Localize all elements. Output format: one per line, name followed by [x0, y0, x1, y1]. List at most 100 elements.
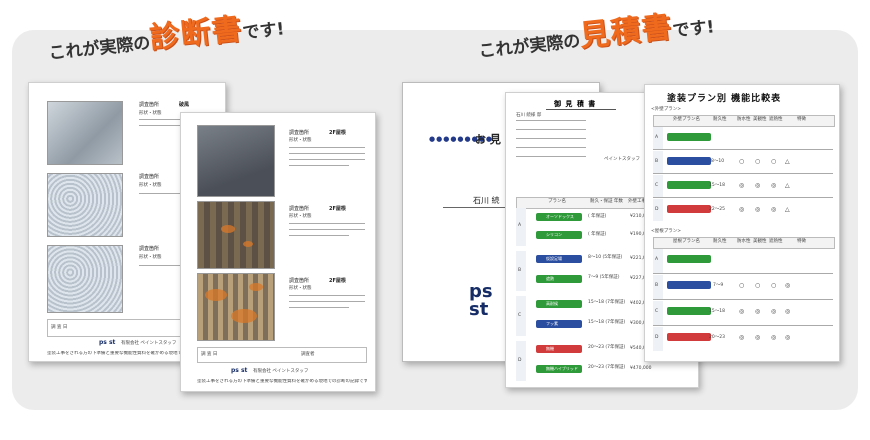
quote-col-years: 耐久・保証 年数	[590, 199, 623, 204]
mark: ◎	[755, 182, 761, 189]
mark: ◎	[739, 182, 745, 189]
mark: ◎	[785, 282, 791, 289]
survey-sub-label: 形状・状態	[289, 286, 312, 291]
company-logo-bottom: st	[469, 299, 489, 320]
survey-sub-label: 形状・状態	[289, 214, 312, 219]
comparison-group: A	[655, 135, 659, 140]
survey-field-label: 調査箇所	[139, 246, 160, 252]
mark: ◎	[739, 206, 745, 213]
comparison-durability: 15〜18	[709, 183, 725, 188]
comparison-col: 特徴	[797, 117, 806, 122]
comparison-plan-ribbon	[667, 281, 711, 289]
mark: ◎	[771, 182, 777, 189]
comparison-durability: 22〜25	[709, 207, 725, 212]
mark: ◎	[771, 334, 777, 341]
quote-years: 7〜9 (5年保証)	[588, 275, 620, 280]
mark: ○	[771, 158, 777, 165]
diagnosis-photo	[197, 201, 275, 269]
comparison-col: 遮熱性	[769, 239, 783, 244]
quote-plan-ribbon: フッ素	[536, 320, 582, 328]
section-roof-label: <屋根プラン>	[651, 229, 682, 234]
survey-sub-label: 形状・状態	[139, 183, 162, 188]
quote-plan-ribbon: 仮設足場	[536, 255, 582, 263]
comparison-group: C	[655, 309, 659, 314]
diagnosis-photo	[197, 125, 275, 197]
survey-field-label: 調査箇所	[289, 130, 310, 136]
section-wall-label: <外壁プラン>	[651, 107, 682, 112]
comparison-group: D	[655, 207, 659, 212]
comparison-plan-ribbon	[667, 133, 711, 141]
quote-company: ペイントスタッフ	[604, 157, 640, 162]
heading-estimate-suffix: です!	[671, 17, 716, 42]
quote-plan-ribbon: オーソドックス	[536, 213, 582, 221]
diagnosis-photo	[197, 273, 275, 341]
comparison-plan-ribbon	[667, 205, 711, 213]
mark: ◎	[771, 206, 777, 213]
diagnosis-sheet-front: 調査箇所 2F屋根 形状・状態 調査箇所 2F屋根 形状・状態 調査箇所 2F屋…	[180, 112, 376, 392]
comparison-durability: 20〜23	[709, 335, 725, 340]
survey-field-value: 2F屋根	[329, 278, 346, 284]
survey-date-label: 調 査 日	[51, 325, 68, 330]
mark: ◎	[755, 334, 761, 341]
mark: △	[785, 158, 790, 165]
comparison-col: 防水性	[737, 239, 751, 244]
comparison-group: C	[655, 183, 659, 188]
comparison-durability: 15〜18	[709, 309, 725, 314]
comparison-plan-ribbon	[667, 255, 711, 263]
mark: ○	[755, 158, 761, 165]
survey-field-label: 調査箇所	[139, 102, 160, 108]
mark: ◎	[755, 308, 761, 315]
heading-diagnosis-suffix: です!	[241, 19, 286, 44]
comparison-group: B	[655, 159, 659, 164]
quote-group-label: B	[518, 268, 522, 273]
comparison-durability: 7〜9	[713, 283, 724, 288]
quote-years: 15〜18 (7年保証)	[588, 320, 626, 325]
survey-sub-label: 形状・状態	[289, 138, 312, 143]
estimate-cover-title: お 見	[475, 133, 501, 146]
survey-sub-label: 形状・状態	[139, 255, 162, 260]
mark: △	[785, 206, 790, 213]
survey-field-label: 調査箇所	[139, 174, 160, 180]
quote-years: ( 年保証)	[588, 214, 607, 219]
quote-col-plan: プラン名	[548, 199, 566, 204]
comparison-plan-ribbon	[667, 333, 711, 341]
quote-plan-ribbon: 遮熱	[536, 275, 582, 283]
diagnosis-photo	[47, 101, 123, 165]
mark: ○	[755, 282, 761, 289]
quote-years: ( 年保証)	[588, 232, 607, 237]
mark: ○	[739, 158, 745, 165]
company-logo: ps st	[99, 339, 116, 346]
comparison-durability: 8〜10	[711, 159, 725, 164]
comparison-col: 防水性	[737, 117, 751, 122]
mark: ◎	[771, 308, 777, 315]
comparison-plan-ribbon	[667, 307, 711, 315]
survey-field-value: 破風	[179, 102, 190, 108]
survey-field-value: 2F屋根	[329, 130, 346, 136]
comparison-col: 外壁プラン名	[673, 117, 700, 122]
comparison-col: 遮熱性	[769, 117, 783, 122]
estimate-cover-customer: 石川 続	[473, 196, 500, 205]
mark: △	[785, 182, 790, 189]
quote-years: 15〜18 (7年保証)	[588, 300, 626, 305]
quote-plan-ribbon: 無機ハイブリッド	[536, 365, 582, 373]
comparison-group: D	[655, 335, 659, 340]
mark: ◎	[739, 334, 745, 341]
mark: ○	[771, 282, 777, 289]
quote-plan-ribbon: 無機	[536, 345, 582, 353]
quote-plan-ribbon: シリコン	[536, 231, 582, 239]
quote-title: 御 見 積 書	[554, 100, 597, 108]
quote-group-label: D	[518, 358, 522, 363]
survey-field-label: 調査箇所	[289, 206, 310, 212]
comparison-sheet: 塗装プラン別 機能比較表 <外壁プラン> 外壁プラン名 耐久性 防水性 美観性 …	[644, 84, 840, 362]
comparison-plan-ribbon	[667, 157, 711, 165]
mark: ◎	[785, 334, 791, 341]
quote-group-label: A	[518, 223, 522, 228]
survey-field-value: 2F屋根	[329, 206, 346, 212]
survey-date-label: 調 査 日	[201, 352, 218, 357]
surveyor-label: 調査者	[301, 352, 315, 357]
company-name: 有限会社 ペイントスタッフ	[253, 369, 309, 374]
mark: ◎	[785, 308, 791, 315]
comparison-col: 美観性	[753, 117, 767, 122]
mark: ○	[739, 282, 745, 289]
quote-years: 20〜23 (7年保証)	[588, 345, 626, 350]
